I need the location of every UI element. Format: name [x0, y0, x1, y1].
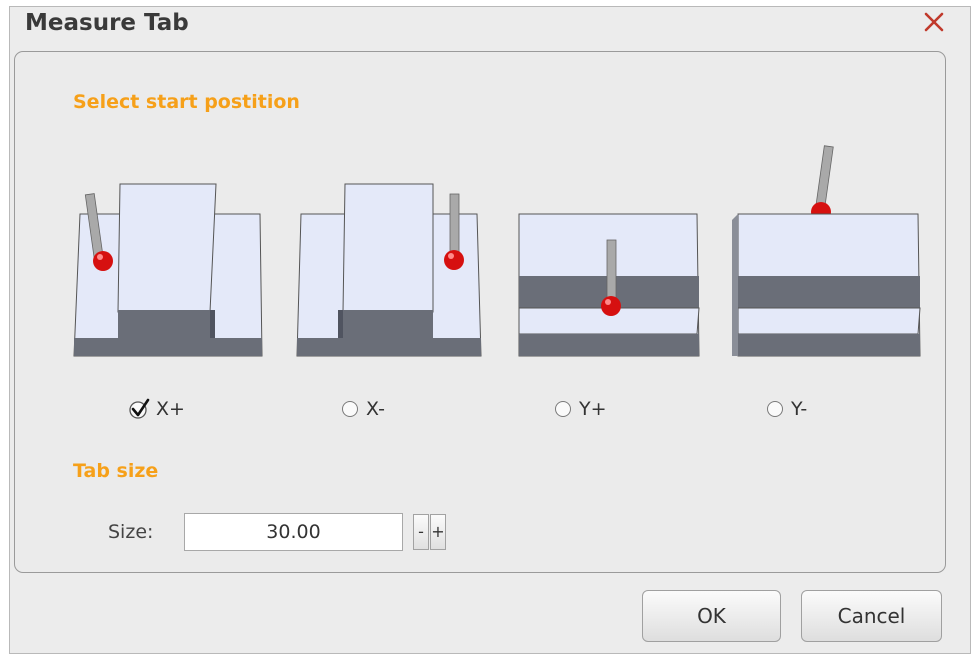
option-x-plus[interactable]: X+ [128, 396, 185, 422]
radio-y-minus[interactable] [767, 401, 783, 417]
size-label: Size: [108, 521, 154, 543]
radio-y-plus[interactable] [555, 401, 571, 417]
option-y-plus-label: Y+ [579, 398, 607, 420]
decrement-button[interactable]: - [413, 514, 429, 550]
option-x-minus[interactable]: X- [342, 396, 385, 422]
radio-x-minus[interactable] [342, 401, 358, 417]
option-y-minus-label: Y- [791, 398, 808, 420]
dialog-title: Measure Tab [25, 10, 189, 36]
illustration-x-minus[interactable] [295, 178, 495, 358]
illustration-y-minus[interactable] [732, 140, 932, 358]
tab-size-heading: Tab size [73, 460, 159, 482]
ok-button[interactable]: OK [642, 590, 781, 642]
start-position-heading: Select start postition [73, 91, 300, 113]
option-y-plus[interactable]: Y+ [555, 396, 607, 422]
option-x-plus-label: X+ [156, 398, 185, 420]
option-y-minus[interactable]: Y- [767, 396, 807, 422]
checkmark-icon[interactable] [128, 398, 150, 420]
illustration-x-plus[interactable] [70, 178, 270, 358]
illustration-y-plus[interactable] [515, 178, 705, 358]
size-input[interactable] [184, 513, 403, 551]
cancel-button[interactable]: Cancel [801, 590, 942, 642]
option-x-minus-label: X- [366, 398, 385, 420]
increment-button[interactable]: + [430, 514, 446, 550]
close-icon[interactable] [920, 8, 948, 36]
